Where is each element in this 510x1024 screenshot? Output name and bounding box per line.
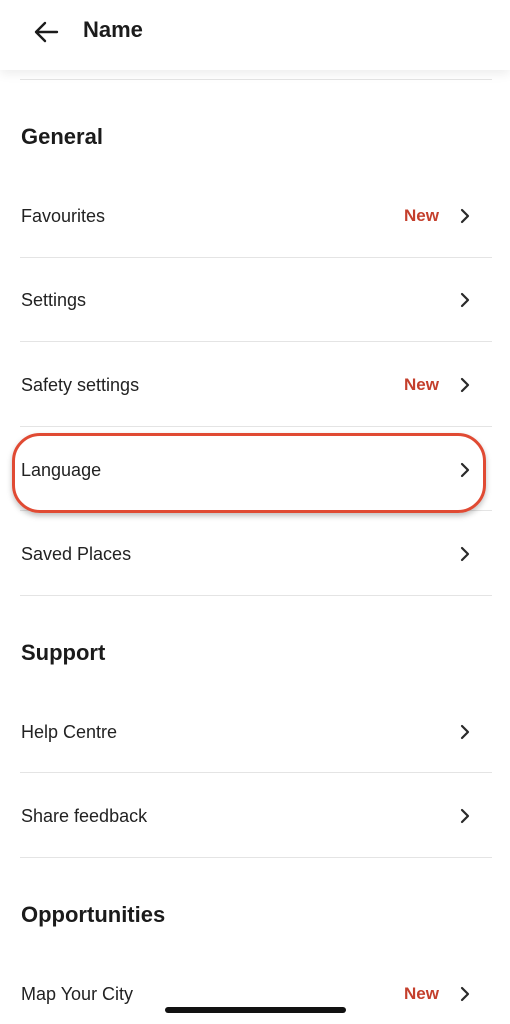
chevron-right-icon — [456, 512, 474, 596]
chevron-right-icon — [456, 952, 474, 1024]
list-item-label: Share feedback — [21, 805, 148, 826]
chevron-right-icon — [456, 174, 474, 258]
list-item-label: Map Your City — [21, 983, 134, 1004]
chevron-right-icon — [456, 428, 474, 512]
section-title-general: General — [21, 124, 103, 149]
list-item-label: Favourites — [21, 205, 106, 226]
page-title: Name — [83, 17, 143, 42]
divider — [20, 772, 492, 773]
list-item-language[interactable]: Language — [0, 428, 510, 512]
divider — [20, 426, 492, 427]
home-indicator — [165, 1007, 346, 1013]
list-item-label: Settings — [21, 289, 87, 310]
list-item-label: Help Centre — [21, 721, 118, 742]
list-item-label: Safety settings — [21, 374, 140, 395]
section-title-support: Support — [21, 640, 106, 665]
divider — [20, 857, 492, 858]
list-item-map-your-city[interactable]: Map Your City New — [0, 952, 510, 1024]
chevron-right-icon — [456, 258, 474, 342]
new-badge: New — [404, 206, 439, 225]
app-header: Name — [0, 0, 510, 70]
back-button[interactable] — [28, 14, 64, 50]
chevron-right-icon — [456, 690, 474, 774]
list-item-help-centre[interactable]: Help Centre — [0, 690, 510, 774]
new-badge: New — [404, 375, 439, 394]
divider — [20, 595, 492, 596]
new-badge: New — [404, 984, 439, 1003]
divider — [20, 341, 492, 342]
divider — [20, 79, 492, 80]
chevron-right-icon — [456, 343, 474, 427]
section-title-opportunities: Opportunities — [21, 902, 166, 927]
arrow-left-icon — [34, 21, 59, 43]
list-item-favourites[interactable]: Favourites New — [0, 174, 510, 258]
list-item-safety-settings[interactable]: Safety settings New — [0, 343, 510, 427]
divider — [20, 510, 492, 511]
list-item-saved-places[interactable]: Saved Places — [0, 512, 510, 596]
list-item-share-feedback[interactable]: Share feedback — [0, 774, 510, 858]
chevron-right-icon — [456, 774, 474, 858]
list-item-label: Language — [21, 459, 102, 480]
list-item-settings[interactable]: Settings — [0, 258, 510, 342]
list-item-label: Saved Places — [21, 543, 132, 564]
